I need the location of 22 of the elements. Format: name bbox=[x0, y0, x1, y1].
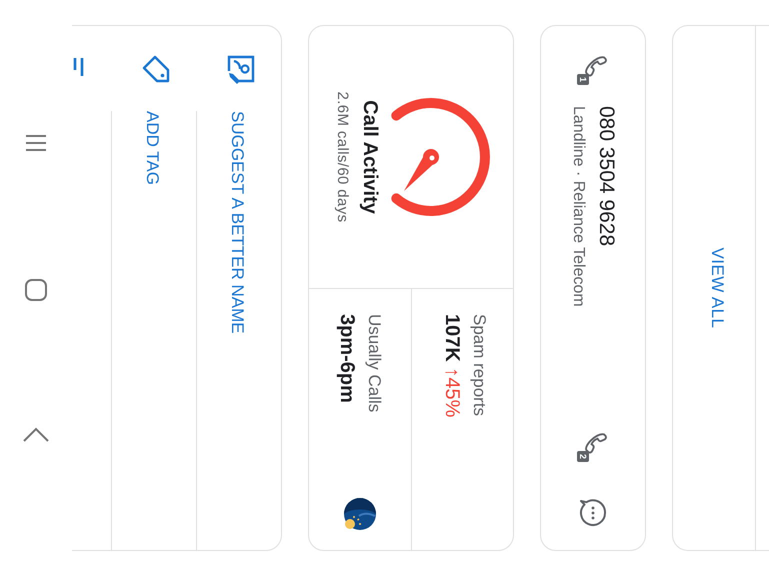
call-activity-title: Call Activity bbox=[359, 100, 381, 214]
usually-calls-value: 3pm-6pm bbox=[336, 314, 360, 405]
message-button[interactable] bbox=[578, 498, 608, 528]
edit-contact-icon bbox=[226, 54, 256, 84]
action-link[interactable]: ADD TAG bbox=[142, 111, 162, 185]
spam-reports-label: Spam reports bbox=[469, 314, 490, 418]
phone-number: 080 3504 9628 bbox=[594, 106, 619, 248]
evening-icon bbox=[344, 498, 376, 530]
view-all-button[interactable]: VIEW ALL bbox=[704, 248, 730, 328]
usually-calls-label: Usually Calls bbox=[364, 314, 386, 414]
home-icon[interactable] bbox=[24, 278, 48, 302]
line-details: Landline · Reliance Telecom bbox=[569, 106, 588, 309]
call-button[interactable]: 2 bbox=[577, 430, 609, 462]
action-link[interactable]: SUGGEST A BETTER NAME bbox=[227, 111, 247, 334]
spam-reports-value: 107K ↑45% bbox=[440, 314, 464, 420]
sim-badge: 2 bbox=[577, 451, 589, 462]
sim-badge: 1 bbox=[577, 74, 589, 85]
back-icon[interactable] bbox=[23, 427, 49, 444]
recent-apps-icon[interactable] bbox=[25, 132, 47, 153]
tag-icon bbox=[141, 54, 171, 84]
call-button[interactable]: 1 bbox=[577, 53, 609, 85]
call-activity-subtitle: 2.6M calls/60 days bbox=[333, 92, 352, 222]
